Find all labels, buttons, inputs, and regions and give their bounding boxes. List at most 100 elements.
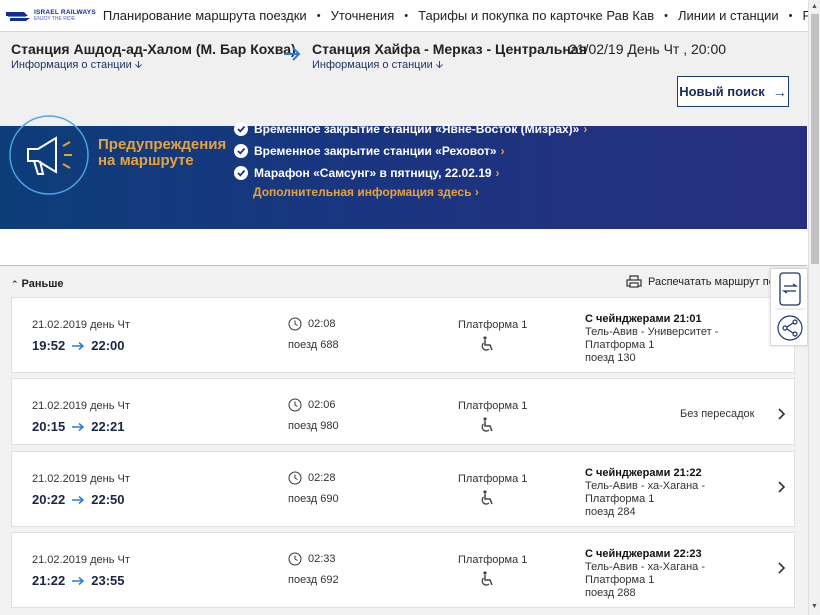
transfer-info: С чейнджерами 21:01 Тель-Авив - Универси… <box>585 313 718 365</box>
printer-icon <box>626 275 642 288</box>
arrival-time: 22:50 <box>91 492 125 507</box>
trip-duration: 02:06 <box>288 398 336 412</box>
transfer-detail: Тель-Авив - Университет - <box>585 326 719 338</box>
nav-route-planning[interactable]: Планирование маршрута поездки <box>96 8 314 23</box>
alerts-title-line2: на маршруте <box>98 152 194 169</box>
print-label: Распечатать маршрут по <box>648 275 775 288</box>
transfer-title: С чейнджерами 21:22 <box>585 467 702 479</box>
trip-times: 20:15 22:21 <box>32 419 125 434</box>
platform-label: Платформа 1 <box>458 554 528 566</box>
nav-separator: • <box>664 9 668 22</box>
share-icon[interactable] <box>777 315 803 341</box>
trip-result-card[interactable]: 21.02.2019 день Чт 19:52 22:00 02:08 пое… <box>11 297 795 373</box>
chevron-right-icon[interactable] <box>777 561 786 575</box>
trip-duration: 02:33 <box>288 552 336 566</box>
transfer-detail: Тель-Авив - ха-Хагана - <box>585 480 706 492</box>
train-number: поезд 980 <box>288 420 339 432</box>
train-number: поезд 688 <box>288 339 339 351</box>
chevron-right-icon: › <box>495 166 500 180</box>
chevron-right-icon[interactable] <box>777 407 786 421</box>
arrow-right-icon <box>72 576 85 585</box>
check-icon <box>234 144 248 158</box>
trip-date: 21.02.2019 день Чт <box>32 473 130 485</box>
trip-result-card[interactable]: 21.02.2019 день Чт 21:22 23:55 02:33 пое… <box>11 532 795 608</box>
scrollbar-thumb[interactable] <box>811 14 819 264</box>
transfer-detail: Платформа 1 <box>585 574 655 586</box>
alert-text: Временное закрытие станции «Реховот» <box>254 144 497 158</box>
scroll-up-icon[interactable]: ▲ <box>811 3 818 10</box>
check-icon <box>234 122 248 136</box>
transfer-detail: поезд 130 <box>585 352 636 364</box>
earlier-label: Раньше <box>21 278 64 290</box>
origin-info-label: Информация о станции <box>11 59 132 71</box>
direct-trip-label: Без пересадок <box>680 408 755 420</box>
platform-label: Платформа 1 <box>458 319 528 331</box>
arrival-time: 22:00 <box>91 338 125 353</box>
nav-separator: • <box>788 9 793 22</box>
logo-title: ISRAEL RAILWAYS <box>34 9 96 16</box>
mobile-app-icon[interactable] <box>779 272 801 306</box>
trip-result-card[interactable]: 21.02.2019 день Чт 20:15 22:21 02:06 пое… <box>11 378 795 445</box>
alerts-title: Предупреждения на маршруте <box>98 137 226 169</box>
wheelchair-icon <box>481 571 493 586</box>
nav-separator: • <box>316 9 321 22</box>
wheelchair-icon <box>481 417 493 432</box>
israel-railways-logo[interactable]: ISRAEL RAILWAYS ENJOY THE RIDE <box>4 8 96 24</box>
train-logo-icon <box>6 11 30 21</box>
destination-station-name: Станция Хайфа - Мерказ - Центральная <box>312 41 587 57</box>
departure-time: 20:22 <box>32 492 66 507</box>
chevron-right-icon[interactable] <box>777 480 786 494</box>
arrow-right-icon <box>72 495 85 504</box>
new-search-button[interactable]: Новый поиск → <box>677 76 789 107</box>
nav-lines-stations[interactable]: Линии и станции <box>671 8 786 23</box>
alert-text: Временное закрытие станции «Явне-Восток … <box>254 122 580 136</box>
chevron-right-icon: › <box>474 185 479 199</box>
departure-time: 21:22 <box>32 573 66 588</box>
trip-times: 19:52 22:00 <box>32 338 125 353</box>
megaphone-icon <box>9 115 89 195</box>
transfer-detail: Платформа 1 <box>585 339 655 351</box>
destination-info-label: Информация о станции <box>312 59 433 71</box>
transfer-detail: поезд 288 <box>585 587 636 599</box>
chevron-right-icon: › <box>500 144 505 158</box>
clock-icon <box>288 471 302 485</box>
nav-fares[interactable]: Тарифы и покупка по карточке Рав Кав <box>411 8 661 23</box>
trip-result-card[interactable]: 21.02.2019 день Чт 20:22 22:50 02:28 пое… <box>11 451 795 527</box>
transfer-title: С чейнджерами 22:23 <box>585 548 702 560</box>
train-number: поезд 690 <box>288 493 339 505</box>
earlier-button[interactable]: ⌃ Раньше <box>11 278 64 290</box>
nav-updates[interactable]: Уточнения <box>324 8 402 23</box>
duration-value: 02:06 <box>308 399 336 411</box>
transfer-title: С чейнджерами 21:01 <box>585 313 702 325</box>
alert-item[interactable]: Временное закрытие станции «Явне-Восток … <box>234 118 587 140</box>
chevron-right-icon: › <box>583 122 588 136</box>
destination-station-info-link[interactable]: Информация о станции 🡫 <box>312 58 587 75</box>
train-number: поезд 692 <box>288 574 339 586</box>
transfer-info: С чейнджерами 22:23 Тель-Авив - ха-Хаган… <box>585 548 705 600</box>
side-widget <box>770 268 808 346</box>
arrow-right-icon: → <box>772 83 787 100</box>
direction-arrow-icon <box>284 47 301 61</box>
scroll-down-icon[interactable]: ▼ <box>811 603 818 610</box>
wheelchair-icon <box>481 490 493 505</box>
nav-rav-kav[interactable]: Рав <box>796 8 809 23</box>
arrow-down-icon: 🡫 <box>435 60 444 71</box>
chevron-up-icon: ⌃ <box>11 278 19 289</box>
alert-text: Марафон «Самсунг» в пятницу, 22.02.19 <box>254 166 492 180</box>
print-route-button[interactable]: Распечатать маршрут по <box>626 275 775 288</box>
scrollbar[interactable]: ▲ ▼ <box>808 0 820 615</box>
new-search-label: Новый поиск <box>679 84 765 99</box>
duration-value: 02:33 <box>308 553 336 565</box>
search-datetime: 21/02/19 День Чт , 20:00 <box>569 41 727 57</box>
logo-tagline: ENJOY THE RIDE <box>34 16 76 22</box>
trip-times: 21:22 23:55 <box>32 573 125 588</box>
arrival-time: 23:55 <box>91 573 125 588</box>
wheelchair-icon <box>481 336 493 351</box>
trip-date: 21.02.2019 день Чт <box>32 400 130 412</box>
transfer-detail: Тель-Авив - ха-Хагана - <box>585 561 706 573</box>
origin-station-info-link[interactable]: Информация о станции 🡫 <box>11 58 296 75</box>
alert-item[interactable]: Марафон «Самсунг» в пятницу, 22.02.19 › <box>234 162 587 184</box>
more-info-link[interactable]: Дополнительная информация здесь › <box>253 185 479 199</box>
trip-date: 21.02.2019 день Чт <box>32 554 130 566</box>
alert-item[interactable]: Временное закрытие станции «Реховот» › <box>234 140 587 162</box>
